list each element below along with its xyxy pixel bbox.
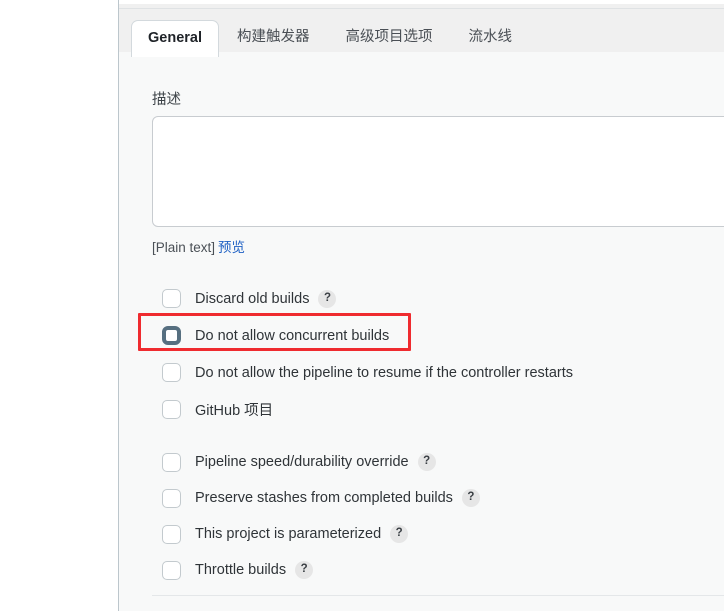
config-panel: General 构建触发器 高级项目选项 流水线 描述 [Plain text]… <box>119 0 724 611</box>
tab-pipeline[interactable]: 流水线 <box>451 20 531 56</box>
checkbox-label-preserve-stashes: Preserve stashes from completed builds <box>195 490 453 506</box>
markup-type-label: [Plain text] <box>152 240 216 255</box>
checkbox-label-do-not-allow-pipeline-resume: Do not allow the pipeline to resume if t… <box>195 364 573 381</box>
checkbox-label-discard-old-builds: Discard old builds <box>195 290 310 307</box>
description-preview-link[interactable]: 预览 <box>218 240 245 255</box>
checkbox-label-throttle-builds: Throttle builds <box>195 562 287 578</box>
checkbox-row-do-not-allow-concurrent-builds[interactable]: Do not allow concurrent builds <box>152 317 573 354</box>
advanced-options-group: Pipeline speed/durability override ? Pre… <box>152 444 480 588</box>
checkbox-label-pipeline-speed-durability-override: Pipeline speed/durability override <box>195 454 409 470</box>
description-markup-row: [Plain text] 预览 <box>152 236 245 256</box>
tab-build-triggers[interactable]: 构建触发器 <box>219 20 328 56</box>
tab-bar-top-border <box>119 8 724 9</box>
screenshot-root: General 构建触发器 高级项目选项 流水线 描述 [Plain text]… <box>0 0 724 611</box>
checkbox-this-project-is-parameterized[interactable] <box>162 524 181 544</box>
checkbox-row-pipeline-speed-durability-override[interactable]: Pipeline speed/durability override ? <box>152 444 480 480</box>
tab-general[interactable]: General <box>131 20 219 57</box>
checkbox-label-do-not-allow-concurrent-builds: Do not allow concurrent builds <box>195 327 390 344</box>
checkbox-throttle-builds[interactable] <box>162 560 181 580</box>
help-icon-throttle-builds[interactable]: ? <box>295 561 314 579</box>
help-icon-pipeline-speed-durability-override[interactable]: ? <box>417 453 436 471</box>
checkbox-do-not-allow-concurrent-builds[interactable] <box>162 326 181 345</box>
tab-advanced-project-options[interactable]: 高级项目选项 <box>328 20 451 56</box>
checkbox-label-github-project: GitHub 项目 <box>195 403 274 419</box>
tab-list: General 构建触发器 高级项目选项 流水线 <box>131 20 531 57</box>
help-icon-this-project-is-parameterized[interactable]: ? <box>390 525 409 543</box>
checkbox-row-discard-old-builds[interactable]: Discard old builds ? <box>152 280 573 317</box>
checkbox-row-do-not-allow-pipeline-resume[interactable]: Do not allow the pipeline to resume if t… <box>152 354 573 391</box>
checkbox-discard-old-builds[interactable] <box>162 289 181 308</box>
checkbox-row-throttle-builds[interactable]: Throttle builds ? <box>152 552 480 588</box>
description-textarea[interactable] <box>152 116 724 227</box>
description-label: 描述 <box>152 92 181 108</box>
help-icon-preserve-stashes[interactable]: ? <box>461 489 480 507</box>
left-gutter <box>0 0 118 611</box>
section-divider <box>152 595 724 596</box>
general-tab-panel: 描述 [Plain text] 预览 Discard old builds ? D… <box>119 52 724 611</box>
build-options-group: Discard old builds ? Do not allow concur… <box>152 280 573 428</box>
help-icon-discard-old-builds[interactable]: ? <box>318 289 337 308</box>
checkbox-preserve-stashes[interactable] <box>162 488 181 508</box>
checkbox-label-this-project-is-parameterized: This project is parameterized <box>195 526 382 542</box>
checkbox-row-preserve-stashes[interactable]: Preserve stashes from completed builds ? <box>152 480 480 516</box>
checkbox-pipeline-speed-durability-override[interactable] <box>162 452 181 472</box>
checkbox-row-github-project[interactable]: GitHub 项目 <box>152 391 573 428</box>
checkbox-do-not-allow-pipeline-resume[interactable] <box>162 363 181 382</box>
checkbox-github-project[interactable] <box>162 400 181 419</box>
tab-bar: General 构建触发器 高级项目选项 流水线 <box>119 4 724 57</box>
checkbox-row-this-project-is-parameterized[interactable]: This project is parameterized ? <box>152 516 480 552</box>
